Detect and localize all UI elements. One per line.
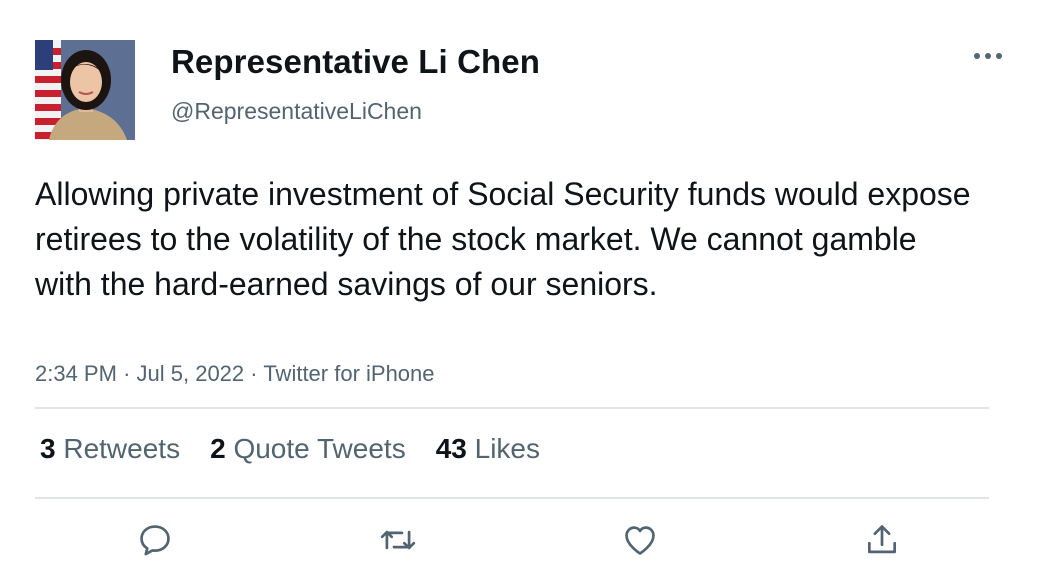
like-button[interactable] [618, 518, 662, 562]
author-handle[interactable]: @RepresentativeLiChen [171, 98, 422, 125]
likes-count: 43 [435, 433, 467, 464]
quote-tweets-label: Quote Tweets [233, 433, 406, 464]
retweets-label: Retweets [63, 433, 181, 464]
author-display-name[interactable]: Representative Li Chen [171, 43, 540, 81]
tweet-meta: 2:34 PM · Jul 5, 2022 · Twitter for iPho… [35, 361, 435, 387]
reply-button[interactable] [133, 518, 177, 562]
reply-icon [140, 525, 170, 556]
retweet-icon [380, 530, 416, 550]
share-icon [867, 525, 897, 554]
more-options-icon[interactable] [970, 43, 1006, 69]
retweet-button[interactable] [376, 518, 420, 562]
quote-tweets-stat[interactable]: 2 Quote Tweets [210, 433, 406, 465]
retweets-count: 3 [40, 433, 56, 464]
retweets-stat[interactable]: 3 Retweets [40, 433, 180, 465]
tweet-text: Allowing private investment of Social Se… [35, 176, 971, 302]
heart-icon [625, 526, 655, 555]
quote-tweets-count: 2 [210, 433, 226, 464]
avatar[interactable] [35, 40, 135, 140]
avatar-photo [35, 40, 135, 140]
engagement-stats: 3 Retweets 2 Quote Tweets 43 Likes [40, 433, 540, 465]
likes-stat[interactable]: 43 Likes [436, 433, 540, 465]
meta-separator: · [123, 361, 131, 386]
likes-label: Likes [474, 433, 541, 464]
tweet-source[interactable]: Twitter for iPhone [263, 361, 434, 386]
divider-bottom [35, 497, 989, 499]
divider-top [35, 407, 989, 409]
tweet-time[interactable]: 2:34 PM [35, 361, 117, 386]
meta-separator: · [250, 361, 258, 386]
share-button[interactable] [860, 518, 904, 562]
tweet-date[interactable]: Jul 5, 2022 [137, 361, 245, 386]
